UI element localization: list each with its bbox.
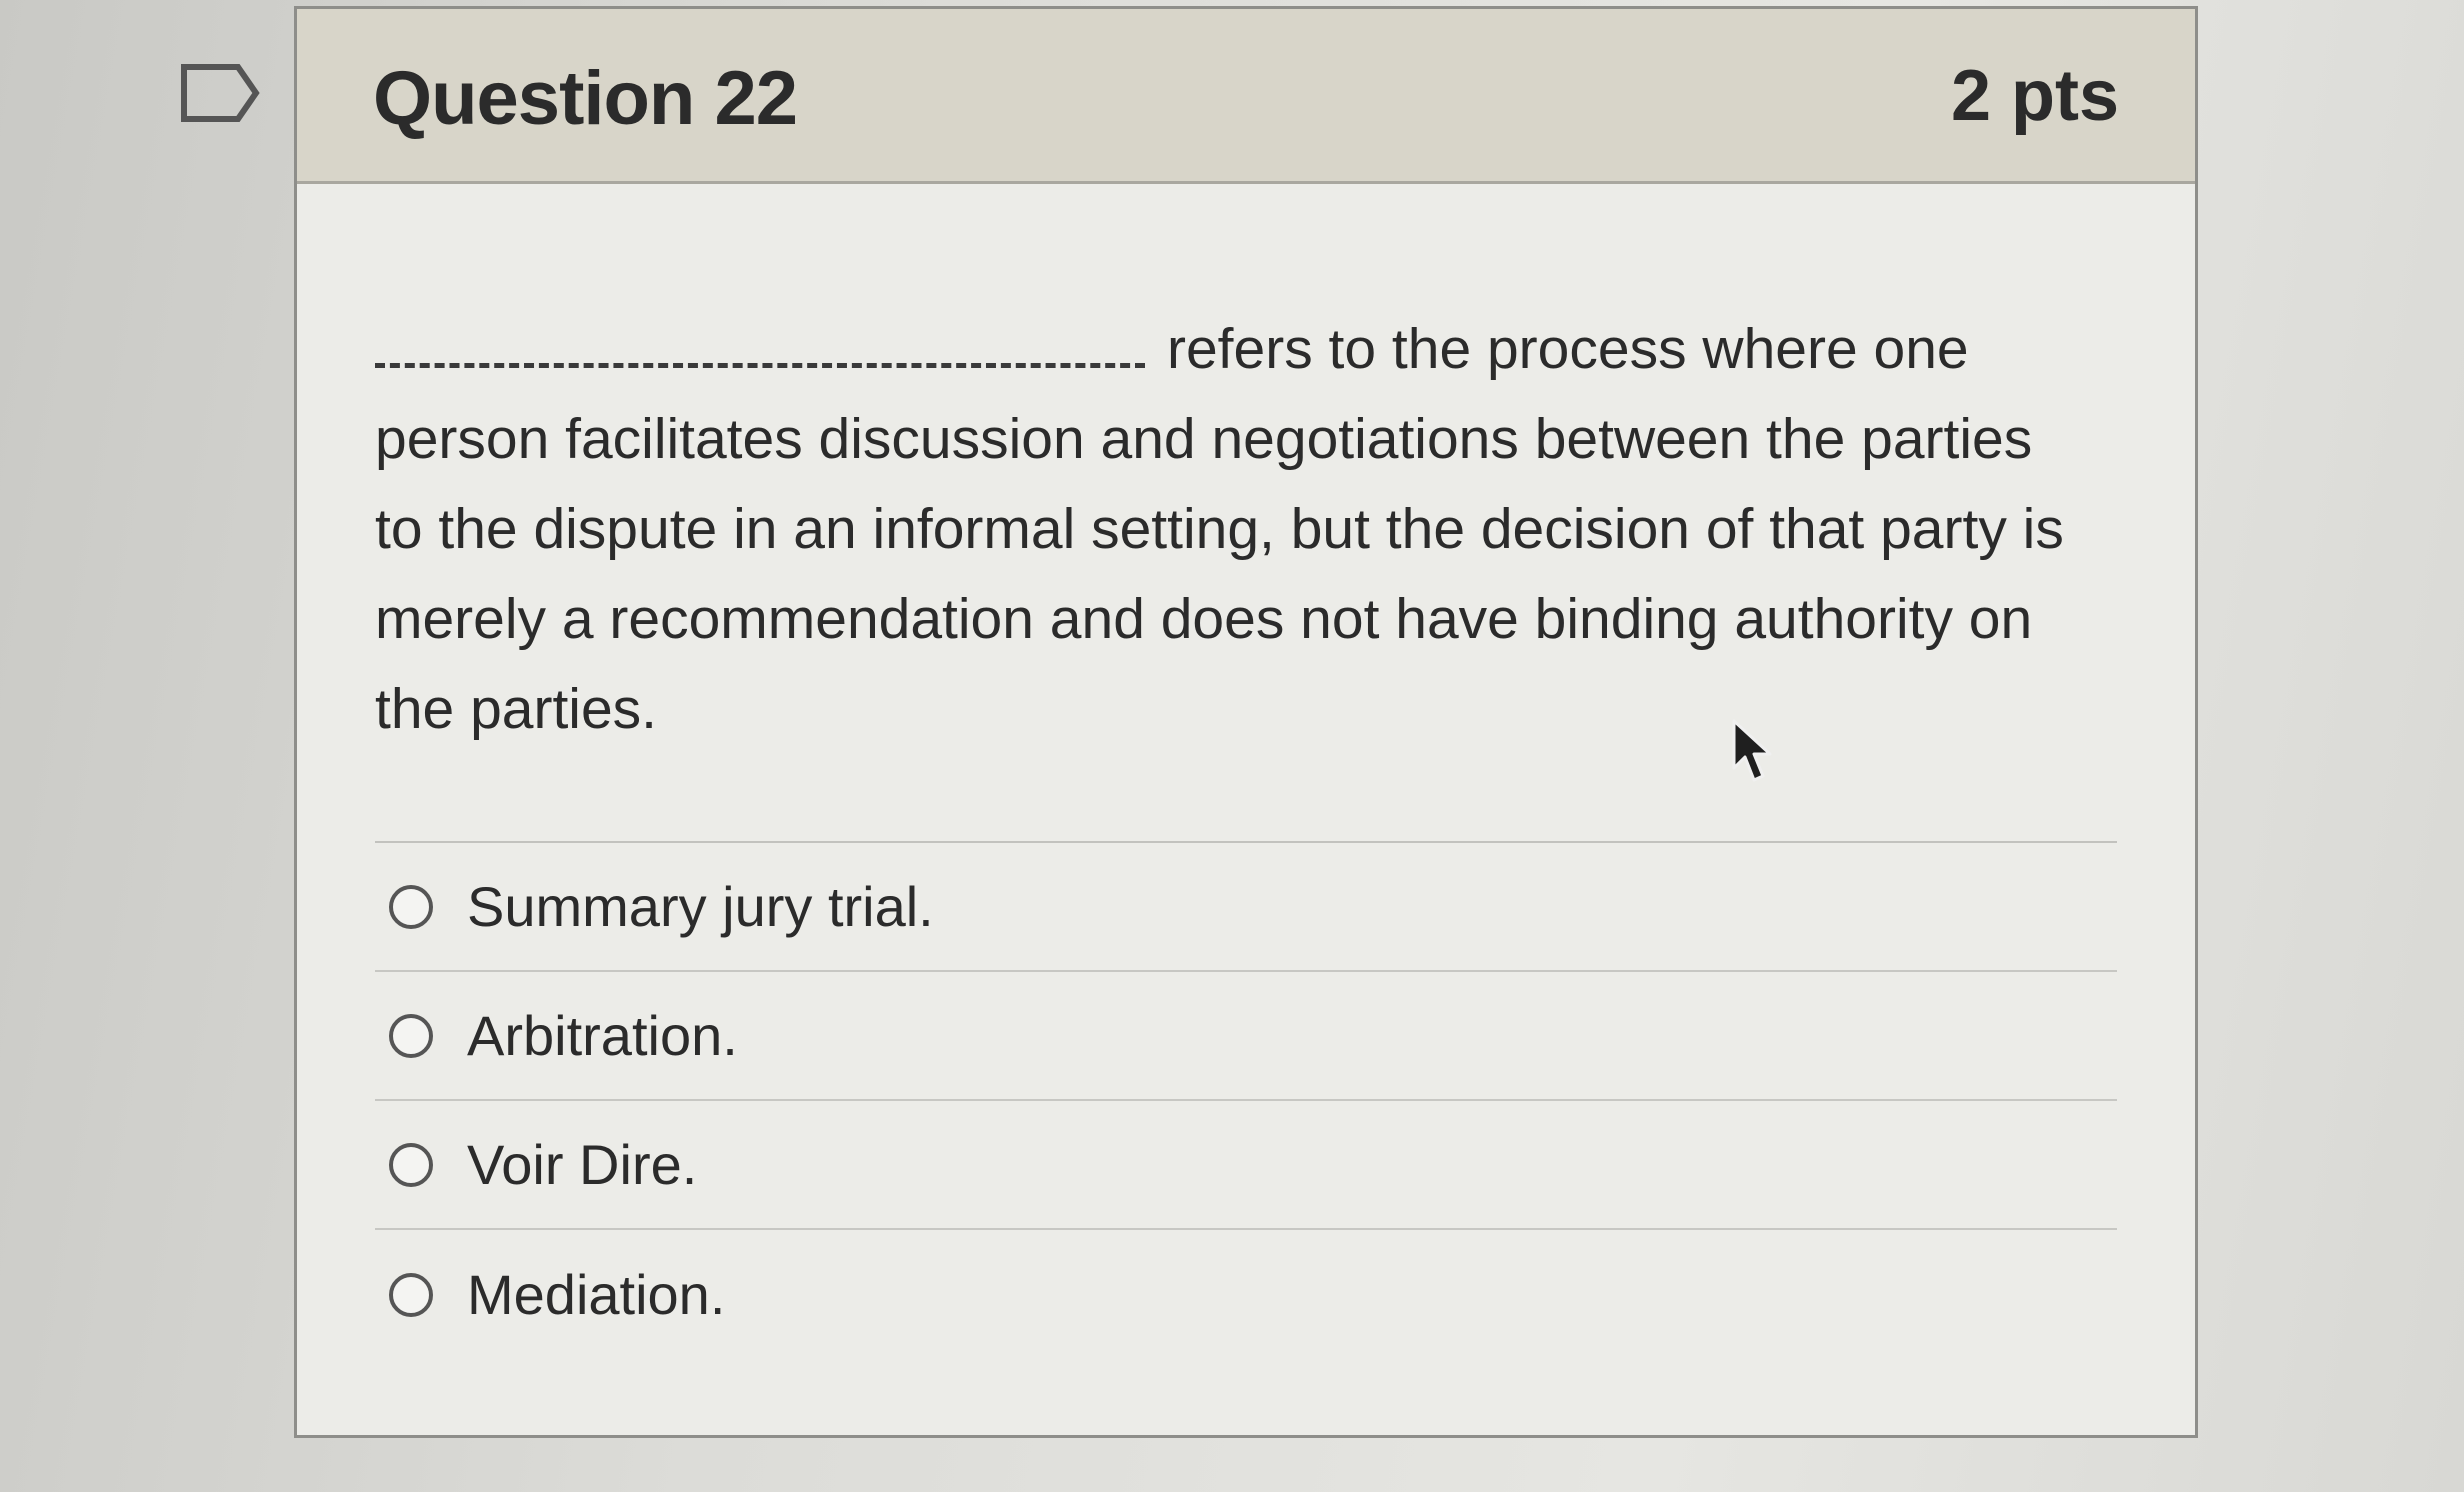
answer-option-arbitration[interactable]: Arbitration. — [375, 972, 2117, 1101]
question-prompt-text: refers to the process where one person f… — [375, 317, 2064, 741]
question-points: 2 pts — [1950, 56, 2119, 136]
answer-label: Voir Dire. — [467, 1133, 698, 1196]
answer-options: Summary jury trial. Arbitration. Voir Di… — [375, 841, 2117, 1359]
question-prompt: refers to the process where one person f… — [375, 304, 2065, 754]
answer-label: Mediation. — [467, 1263, 726, 1326]
answer-option-mediation[interactable]: Mediation. — [375, 1230, 2117, 1359]
radio-button-icon[interactable] — [389, 884, 433, 929]
question-card: Question 22 2 pts refers to the process … — [294, 6, 2198, 1438]
answer-blank — [375, 323, 1145, 368]
question-header: Question 22 2 pts — [297, 9, 2195, 184]
answer-label: Arbitration. — [467, 1004, 738, 1067]
question-title: Question 22 — [373, 56, 798, 141]
radio-button-icon[interactable] — [389, 1142, 433, 1187]
answer-label: Summary jury trial. — [467, 875, 934, 938]
radio-button-icon[interactable] — [389, 1013, 433, 1058]
answer-option-voir-dire[interactable]: Voir Dire. — [375, 1101, 2117, 1230]
radio-button-icon[interactable] — [389, 1272, 433, 1317]
answer-option-summary-jury-trial[interactable]: Summary jury trial. — [375, 843, 2117, 972]
flag-question-icon[interactable] — [180, 63, 260, 123]
